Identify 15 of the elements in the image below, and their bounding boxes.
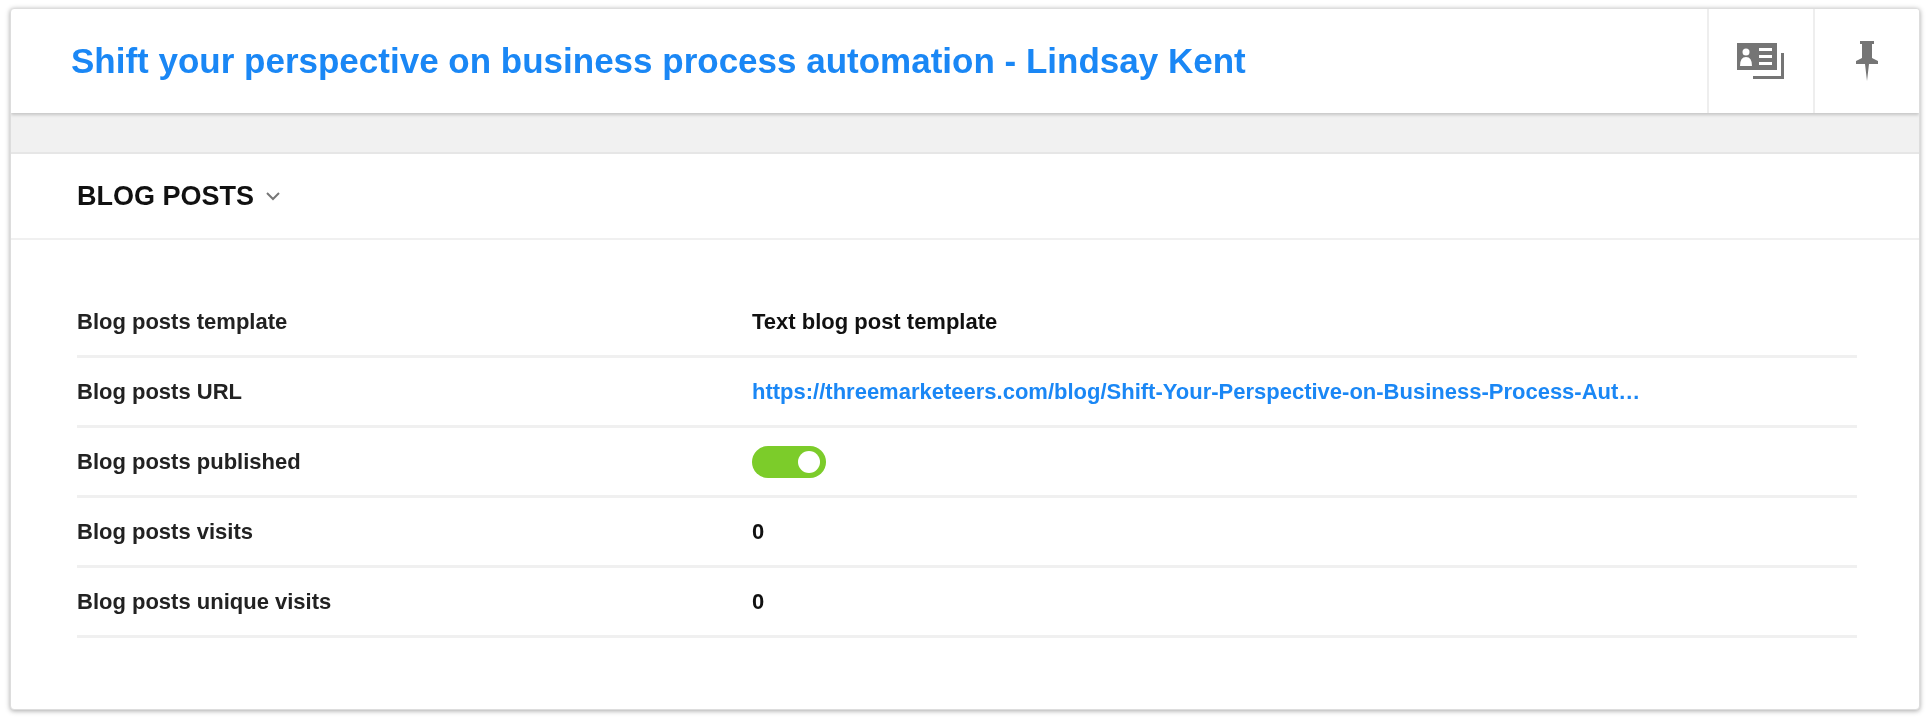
field-value: 0 (752, 588, 765, 615)
contact-card-icon (1737, 43, 1785, 79)
field-value: Text blog post template (752, 308, 998, 335)
field-label: Blog posts template (77, 308, 289, 335)
record-title: Shift your perspective on business process automation - Lindsay Kent (70, 40, 1247, 82)
section-dropdown[interactable]: BLOG POSTS (77, 180, 281, 212)
pin-button[interactable] (1813, 9, 1919, 113)
field-label: Blog posts visits (77, 518, 255, 545)
published-toggle[interactable] (752, 445, 826, 478)
field-value: 0 (752, 518, 765, 545)
url-link[interactable]: https://threemarketeers.com/blog/Shift-Your-Perspective-on-Business-Process-Aut… (752, 378, 1641, 405)
field-label: Blog posts URL (77, 378, 243, 405)
contact-card-button[interactable] (1707, 9, 1813, 113)
field-label: Blog posts unique visits (77, 588, 333, 615)
field-label: Blog posts published (77, 448, 302, 475)
